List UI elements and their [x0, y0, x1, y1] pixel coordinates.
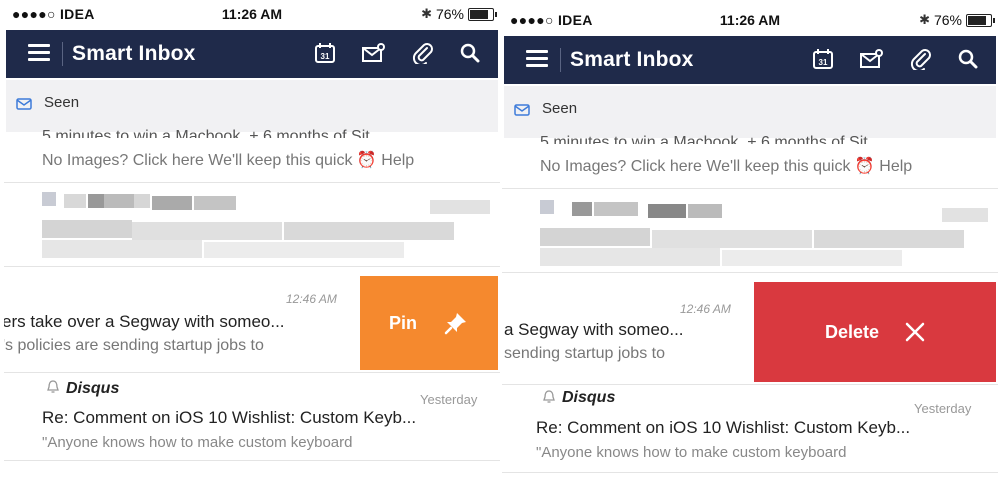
calendar-day: 31	[321, 52, 330, 61]
snippet-text: No Images? Click here We'll keep this qu…	[42, 152, 353, 169]
header-divider	[560, 48, 561, 72]
snippet-help: Help	[381, 152, 415, 169]
mail-notify-icon[interactable]	[860, 48, 884, 70]
divider	[502, 384, 998, 385]
battery-percent: 76%	[435, 6, 464, 22]
menu-icon[interactable]	[28, 44, 50, 62]
email-sender: Disqus	[562, 389, 616, 406]
email-snippet: No Images? Click here We'll keep this qu…	[42, 150, 414, 170]
divider	[502, 188, 998, 189]
divider	[4, 266, 500, 267]
email-time: Yesterday	[420, 392, 478, 407]
status-bar: ●●●●○ IDEA 11:26 AM ✱ 76%	[502, 6, 998, 36]
bluetooth-icon: ✱	[919, 12, 930, 27]
calendar-icon[interactable]: 31	[812, 48, 834, 70]
calendar-day: 31	[819, 58, 828, 67]
divider	[4, 372, 500, 373]
seen-label: Seen	[542, 100, 578, 117]
seen-section-header[interactable]: Seen	[504, 86, 996, 138]
pin-label: Pin	[388, 312, 417, 333]
app-header: Smart Inbox 31	[504, 36, 996, 84]
email-time: 12:46 AM	[680, 302, 731, 316]
divider	[4, 460, 500, 461]
header-divider	[62, 42, 63, 66]
envelope-icon	[514, 104, 530, 116]
bluetooth-icon: ✱	[421, 6, 432, 21]
email-preview: 's policies are sending startup jobs to	[4, 337, 264, 354]
snippet-help: Help	[879, 158, 913, 175]
snippet-text: No Images? Click here We'll keep this qu…	[540, 158, 851, 175]
email-subject: ers take over a Segway with someo...	[4, 312, 285, 331]
battery-icon	[966, 13, 995, 27]
envelope-icon	[16, 98, 32, 110]
divider	[502, 472, 998, 473]
search-icon[interactable]	[958, 49, 978, 69]
email-preview: "Anyone knows how to make custom keyboar…	[42, 434, 353, 451]
seen-section-header[interactable]: Seen	[6, 80, 498, 132]
search-icon[interactable]	[460, 43, 480, 63]
email-subject: Re: Comment on iOS 10 Wishlist: Custom K…	[42, 408, 417, 427]
bell-icon	[543, 390, 555, 403]
email-subject: a Segway with someo...	[504, 320, 684, 339]
battery-icon	[468, 7, 497, 21]
email-time: Yesterday	[914, 401, 972, 416]
pin-button[interactable]: Pin	[360, 276, 498, 370]
close-icon	[905, 322, 925, 342]
status-right: ✱ 76%	[421, 6, 497, 22]
attachment-icon[interactable]	[412, 42, 434, 64]
email-preview: sending startup jobs to	[504, 345, 665, 362]
status-right: ✱ 76%	[919, 12, 995, 28]
bell-icon	[47, 380, 59, 393]
alarm-clock-icon: ⏰	[854, 158, 875, 175]
email-snippet-partial: 5 minutes to win a Macbook, + 6 months o…	[42, 128, 384, 138]
delete-label: Delete	[824, 321, 880, 342]
page-title: Smart Inbox	[72, 42, 196, 65]
left-screenshot: ●●●●○ IDEA 11:26 AM ✱ 76% Smart Inbox 31	[4, 0, 500, 491]
right-screenshot: ●●●●○ IDEA 11:26 AM ✱ 76% Smart Inbox 31	[502, 6, 998, 497]
email-snippet: No Images? Click here We'll keep this qu…	[540, 156, 912, 176]
header-actions: 31	[812, 48, 978, 70]
email-preview: "Anyone knows how to make custom keyboar…	[536, 444, 847, 461]
battery-percent: 76%	[933, 12, 962, 28]
attachment-icon[interactable]	[910, 48, 932, 70]
seen-label: Seen	[44, 94, 80, 111]
alarm-clock-icon: ⏰	[356, 152, 377, 169]
status-bar: ●●●●○ IDEA 11:26 AM ✱ 76%	[4, 0, 500, 30]
delete-button[interactable]: Delete	[754, 282, 996, 382]
email-snippet-partial: 5 minutes to win a Macbook, + 6 months o…	[540, 134, 882, 144]
email-sender: Disqus	[66, 380, 120, 397]
mail-notify-icon[interactable]	[362, 42, 386, 64]
email-time: 12:46 AM	[286, 292, 337, 306]
divider	[502, 272, 998, 273]
email-subject: Re: Comment on iOS 10 Wishlist: Custom K…	[536, 418, 911, 437]
calendar-icon[interactable]: 31	[314, 42, 336, 64]
menu-icon[interactable]	[526, 50, 548, 68]
app-header: Smart Inbox 31	[6, 30, 498, 78]
page-title: Smart Inbox	[570, 48, 694, 71]
header-actions: 31	[314, 42, 480, 64]
divider	[4, 182, 500, 183]
pin-icon	[444, 313, 466, 335]
